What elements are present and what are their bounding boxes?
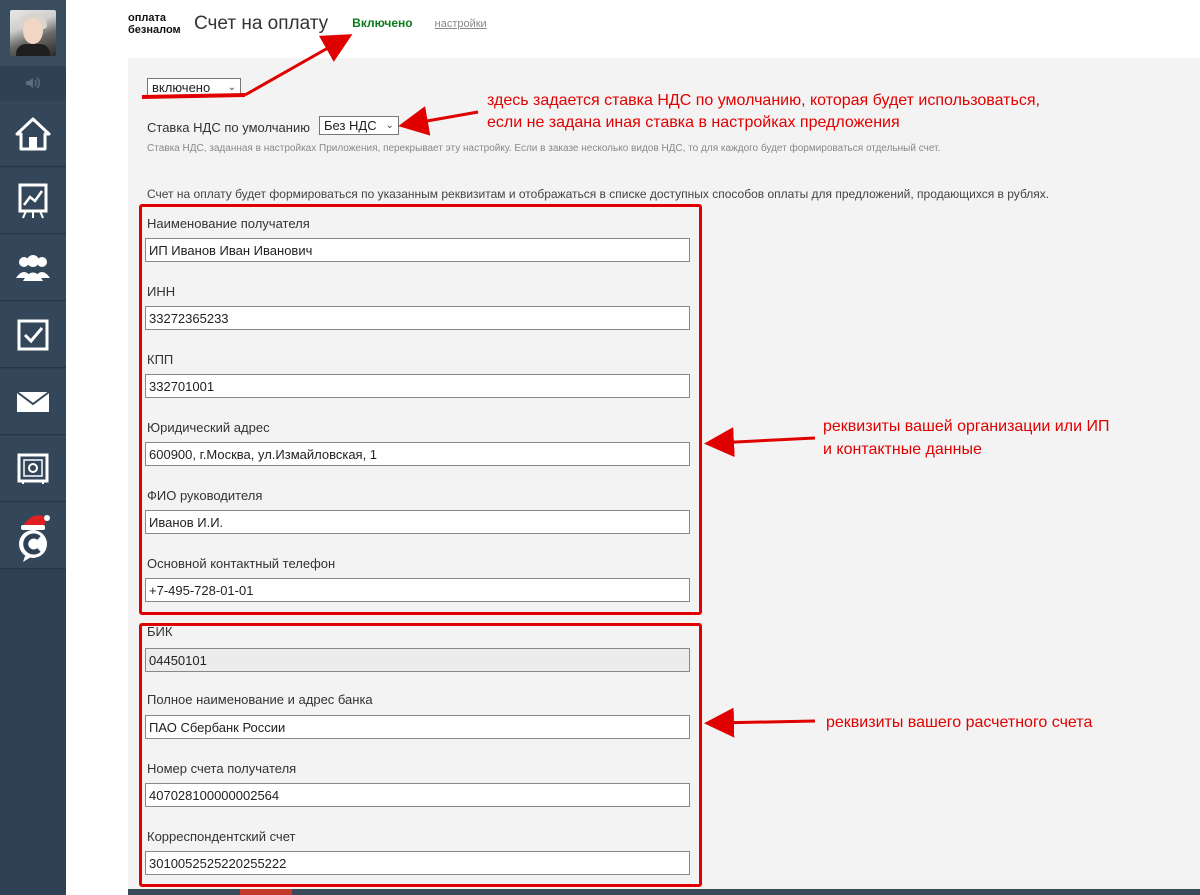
org-annotation-line-1: реквизиты вашей организации или ИП (823, 418, 1110, 435)
form-description: Счет на оплату будет формироваться по ук… (147, 187, 1050, 201)
vat-annotation-line-1: здесь задается ставка НДС по умолчанию, … (487, 92, 1040, 109)
enabled-select[interactable]: включено ⌄ (147, 78, 241, 97)
status-badge: Включено (352, 16, 413, 30)
safe-icon[interactable] (0, 436, 66, 502)
sidebar (0, 0, 66, 895)
santa-c-icon[interactable] (0, 503, 66, 569)
vat-select[interactable]: Без НДС ⌄ (319, 116, 399, 135)
users-icon[interactable] (0, 235, 66, 301)
vat-annotation-line-2: если не задана иная ставка в настройках … (487, 114, 900, 131)
bank-fields-highlight (139, 623, 702, 887)
logo-line-2: безналом (128, 24, 181, 36)
enabled-select-value: включено (152, 80, 211, 95)
settings-link[interactable]: настройки (435, 18, 487, 30)
org-fields-highlight (139, 204, 702, 615)
bank-annotation: реквизиты вашего расчетного счета (826, 714, 1093, 731)
app-logo-text: оплата безналом (128, 12, 186, 36)
chevron-down-icon: ⌄ (227, 82, 236, 93)
vat-hint: Ставка НДС, заданная в настройках Прилож… (147, 143, 941, 154)
vat-select-value: Без НДС (324, 118, 377, 133)
vat-label: Ставка НДС по умолчанию (147, 120, 310, 135)
avatar-container[interactable] (0, 0, 66, 66)
mail-icon[interactable] (0, 369, 66, 435)
speaker-icon[interactable] (0, 68, 66, 98)
chart-icon[interactable] (0, 168, 66, 234)
bottom-bar (128, 889, 1200, 895)
checkbox-icon[interactable] (0, 302, 66, 368)
org-annotation-line-2: и контактные данные (823, 441, 982, 458)
chevron-down-icon: ⌄ (385, 120, 394, 131)
logo-line-1: оплата (128, 12, 166, 24)
page-title: Счет на оплату (194, 13, 329, 34)
avatar[interactable] (10, 10, 56, 56)
page-header: оплата безналом Счет на оплату Включено … (128, 10, 487, 50)
home-icon[interactable] (0, 101, 66, 167)
